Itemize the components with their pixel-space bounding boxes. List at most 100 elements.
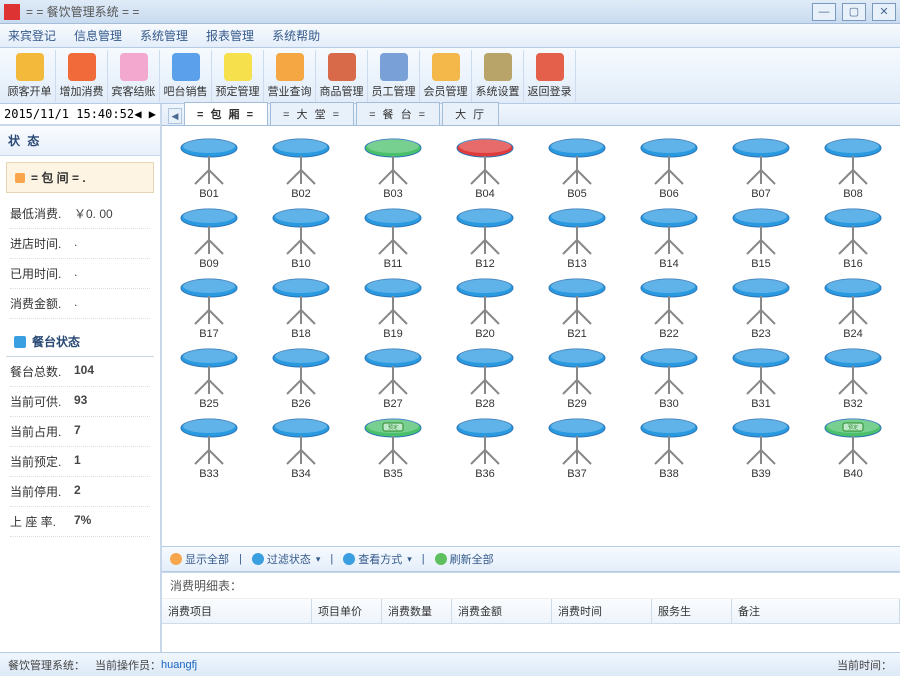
toolbtn-8[interactable]: 会员管理 — [420, 50, 472, 102]
kv-row: 当前预定.1 — [10, 447, 150, 477]
toolbtn-4[interactable]: 预定管理 — [212, 50, 264, 102]
table-B02[interactable]: B02 — [260, 136, 342, 200]
minimize-button[interactable]: — — [812, 3, 836, 21]
table-B23[interactable]: B23 — [720, 276, 802, 340]
table-label: B11 — [384, 258, 403, 270]
detail-col-3[interactable]: 消费金额 — [452, 599, 552, 623]
table-B10[interactable]: B10 — [260, 206, 342, 270]
toolbtn-7[interactable]: 员工管理 — [368, 50, 420, 102]
statusbar: 餐饮管理系统： 当前操作员： huangfj 当前时间： — [0, 652, 900, 676]
toolbtn-1[interactable]: 增加消费 — [56, 50, 108, 102]
table-B24[interactable]: B24 — [812, 276, 894, 340]
table-B33[interactable]: B33 — [168, 416, 250, 480]
filter-status-dropdown[interactable]: 过滤状态 — [252, 551, 321, 567]
table-B19[interactable]: B19 — [352, 276, 434, 340]
toolbtn-label: 宾客结账 — [112, 83, 156, 99]
table-B15[interactable]: B15 — [720, 206, 802, 270]
detail-col-1[interactable]: 项目单价 — [312, 599, 382, 623]
table-B38[interactable]: B38 — [628, 416, 710, 480]
toolbtn-5[interactable]: 营业查询 — [264, 50, 316, 102]
table-B27[interactable]: B27 — [352, 346, 434, 410]
table-B32[interactable]: B32 — [812, 346, 894, 410]
table-label: B01 — [199, 188, 219, 200]
tab-2[interactable]: = 餐 台 = — [356, 102, 440, 125]
table-label: B40 — [843, 468, 863, 480]
status-header[interactable]: 状 态 — [0, 125, 160, 156]
menu-3[interactable]: 报表管理 — [206, 27, 254, 44]
table-B39[interactable]: B39 — [720, 416, 802, 480]
table-status-icon — [14, 336, 26, 348]
toolbtn-0[interactable]: 顾客开单 — [4, 50, 56, 102]
table-B05[interactable]: B05 — [536, 136, 618, 200]
detail-panel: 消费明细表： 消费项目项目单价消费数量消费金额消费时间服务生备注 — [162, 572, 900, 652]
table-B29[interactable]: B29 — [536, 346, 618, 410]
table-B08[interactable]: B08 — [812, 136, 894, 200]
toolbtn-label: 返回登录 — [528, 83, 572, 99]
table-B16[interactable]: B16 — [812, 206, 894, 270]
tab-prev-button[interactable]: ◀ — [168, 108, 182, 124]
table-B06[interactable]: B06 — [628, 136, 710, 200]
table-label: B25 — [199, 398, 219, 410]
table-B01[interactable]: B01 — [168, 136, 250, 200]
table-B36[interactable]: B36 — [444, 416, 526, 480]
refresh-all-button[interactable]: 刷新全部 — [435, 551, 494, 567]
table-B31[interactable]: B31 — [720, 346, 802, 410]
table-B04[interactable]: B04 — [444, 136, 526, 200]
table-B30[interactable]: B30 — [628, 346, 710, 410]
detail-col-6[interactable]: 备注 — [732, 599, 900, 623]
table-B03[interactable]: B03 — [352, 136, 434, 200]
table-grid: B01 B02 B03 B04 B05 — [162, 126, 900, 546]
menu-2[interactable]: 系统管理 — [140, 27, 188, 44]
toolbtn-10[interactable]: 返回登录 — [524, 50, 576, 102]
table-B34[interactable]: B34 — [260, 416, 342, 480]
tab-0[interactable]: = 包 厢 = — [184, 102, 268, 125]
table-B22[interactable]: B22 — [628, 276, 710, 340]
detail-col-0[interactable]: 消费项目 — [162, 599, 312, 623]
table-B11[interactable]: B11 — [352, 206, 434, 270]
view-mode-dropdown[interactable]: 查看方式 — [343, 551, 412, 567]
toolbtn-label: 预定管理 — [216, 83, 260, 99]
table-B37[interactable]: B37 — [536, 416, 618, 480]
table-label: B13 — [567, 258, 587, 270]
toolbtn-9[interactable]: 系统设置 — [472, 50, 524, 102]
tab-3[interactable]: 大 厅 — [442, 102, 499, 125]
clock-arrows[interactable]: ◀ ▶ — [134, 107, 156, 121]
table-B07[interactable]: B07 — [720, 136, 802, 200]
menubar: 来宾登记 信息管理 系统管理 报表管理 系统帮助 — [0, 24, 900, 48]
status-system: 餐饮管理系统： — [8, 657, 85, 673]
toolbtn-label: 营业查询 — [268, 83, 312, 99]
toolbtn-icon — [224, 53, 252, 81]
table-B20[interactable]: B20 — [444, 276, 526, 340]
detail-col-2[interactable]: 消费数量 — [382, 599, 452, 623]
table-B26[interactable]: B26 — [260, 346, 342, 410]
detail-col-5[interactable]: 服务生 — [652, 599, 732, 623]
table-B14[interactable]: B14 — [628, 206, 710, 270]
table-label: B17 — [199, 328, 219, 340]
table-B40[interactable]: 预定 B40 — [812, 416, 894, 480]
menu-0[interactable]: 来宾登记 — [8, 27, 56, 44]
menu-4[interactable]: 系统帮助 — [272, 27, 320, 44]
table-status-label: 餐台状态 — [32, 333, 80, 350]
table-B18[interactable]: B18 — [260, 276, 342, 340]
table-B25[interactable]: B25 — [168, 346, 250, 410]
table-B35[interactable]: 预定 B35 — [352, 416, 434, 480]
status-op-label: 当前操作员： — [95, 657, 161, 673]
toolbtn-2[interactable]: 宾客结账 — [108, 50, 160, 102]
table-B21[interactable]: B21 — [536, 276, 618, 340]
table-B12[interactable]: B12 — [444, 206, 526, 270]
table-label: B12 — [475, 258, 495, 270]
table-B28[interactable]: B28 — [444, 346, 526, 410]
toolbtn-6[interactable]: 商品管理 — [316, 50, 368, 102]
table-B09[interactable]: B09 — [168, 206, 250, 270]
show-all-button[interactable]: 显示全部 — [170, 551, 229, 567]
toolbtn-3[interactable]: 吧台销售 — [160, 50, 212, 102]
table-B17[interactable]: B17 — [168, 276, 250, 340]
menu-1[interactable]: 信息管理 — [74, 27, 122, 44]
table-label: B30 — [659, 398, 679, 410]
table-B13[interactable]: B13 — [536, 206, 618, 270]
close-button[interactable]: ✕ — [872, 3, 896, 21]
tab-1[interactable]: = 大 堂 = — [270, 102, 354, 125]
room-section-title[interactable]: = 包 间 = . — [6, 162, 154, 193]
detail-col-4[interactable]: 消费时间 — [552, 599, 652, 623]
maximize-button[interactable]: ▢ — [842, 3, 866, 21]
